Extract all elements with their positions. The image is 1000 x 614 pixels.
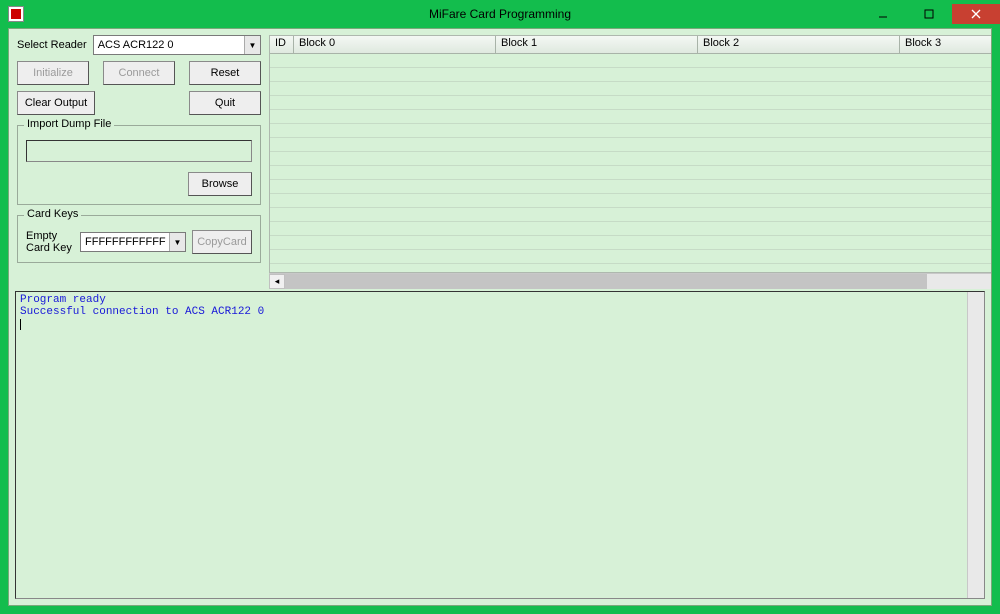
button-row-2: Clear Output Quit	[17, 91, 261, 115]
quit-button[interactable]: Quit	[189, 91, 261, 115]
card-keys-legend: Card Keys	[24, 208, 81, 220]
select-reader-combo[interactable]: ACS ACR122 0 ▼	[93, 35, 261, 55]
import-dump-path-input[interactable]	[26, 140, 252, 162]
client-area: Select Reader ACS ACR122 0 ▼ Initialize …	[8, 28, 992, 606]
table-row[interactable]	[270, 54, 992, 68]
chevron-down-icon: ▼	[169, 233, 185, 251]
column-header[interactable]: Block 0	[294, 36, 496, 54]
column-header[interactable]: ID	[270, 36, 294, 54]
table-row[interactable]	[270, 180, 992, 194]
log-line: Program ready	[20, 294, 980, 306]
empty-card-key-combo[interactable]: FFFFFFFFFFFF ▼	[80, 232, 186, 252]
horizontal-scrollbar[interactable]: ◂ ▸	[269, 273, 992, 289]
table-row[interactable]	[270, 96, 992, 110]
column-header[interactable]: Block 2	[698, 36, 900, 54]
window-controls	[860, 4, 1000, 24]
left-panel: Select Reader ACS ACR122 0 ▼ Initialize …	[9, 29, 269, 289]
clear-output-button[interactable]: Clear Output	[17, 91, 95, 115]
close-icon	[971, 9, 981, 19]
table-row[interactable]	[270, 124, 992, 138]
top-area: Select Reader ACS ACR122 0 ▼ Initialize …	[9, 29, 991, 289]
minimize-button[interactable]	[860, 4, 906, 24]
table-row[interactable]	[270, 138, 992, 152]
button-row-1: Initialize Connect Reset	[17, 61, 261, 85]
maximize-button[interactable]	[906, 4, 952, 24]
table-row[interactable]	[270, 152, 992, 166]
minimize-icon	[878, 9, 888, 19]
log-line: Successful connection to ACS ACR122 0	[20, 306, 980, 318]
import-dump-group: Import Dump File Browse	[17, 125, 261, 205]
column-header[interactable]: Block 1	[496, 36, 698, 54]
copy-card-button[interactable]: CopyCard	[192, 230, 252, 254]
table-row[interactable]	[270, 194, 992, 208]
connect-button[interactable]: Connect	[103, 61, 175, 85]
reset-button[interactable]: Reset	[189, 61, 261, 85]
empty-card-key-value: FFFFFFFFFFFF	[85, 236, 166, 248]
close-button[interactable]	[952, 4, 1000, 24]
scroll-left-button[interactable]: ◂	[269, 274, 285, 289]
table-row[interactable]	[270, 82, 992, 96]
scroll-track[interactable]	[285, 274, 992, 289]
empty-card-key-label: Empty Card Key	[26, 230, 74, 254]
table-row[interactable]	[270, 110, 992, 124]
window-title: MiFare Card Programming	[0, 7, 1000, 21]
app-window: MiFare Card Programming Select Reader AC…	[0, 0, 1000, 614]
right-panel: IDBlock 0Block 1Block 2Block 3 ◂ ▸	[269, 29, 992, 289]
table-row[interactable]	[270, 250, 992, 264]
import-dump-legend: Import Dump File	[24, 118, 114, 130]
table-header: IDBlock 0Block 1Block 2Block 3	[270, 36, 992, 54]
browse-button[interactable]: Browse	[188, 172, 252, 196]
table-row[interactable]	[270, 222, 992, 236]
table-row[interactable]	[270, 236, 992, 250]
table-row[interactable]	[270, 208, 992, 222]
select-reader-label: Select Reader	[17, 39, 87, 51]
card-keys-group: Card Keys Empty Card Key FFFFFFFFFFFF ▼ …	[17, 215, 261, 263]
select-reader-row: Select Reader ACS ACR122 0 ▼	[17, 35, 261, 55]
maximize-icon	[924, 9, 934, 19]
column-header[interactable]: Block 3	[900, 36, 992, 54]
output-log[interactable]: Program readySuccessful connection to AC…	[15, 291, 985, 599]
table-body[interactable]	[270, 54, 992, 272]
table-row[interactable]	[270, 166, 992, 180]
table-row[interactable]	[270, 264, 992, 272]
table-row[interactable]	[270, 68, 992, 82]
titlebar[interactable]: MiFare Card Programming	[0, 0, 1000, 28]
app-icon	[8, 6, 24, 22]
block-table[interactable]: IDBlock 0Block 1Block 2Block 3	[269, 35, 992, 273]
scroll-thumb[interactable]	[285, 274, 927, 289]
chevron-down-icon: ▼	[244, 36, 260, 54]
select-reader-value: ACS ACR122 0	[98, 39, 174, 51]
initialize-button[interactable]: Initialize	[17, 61, 89, 85]
